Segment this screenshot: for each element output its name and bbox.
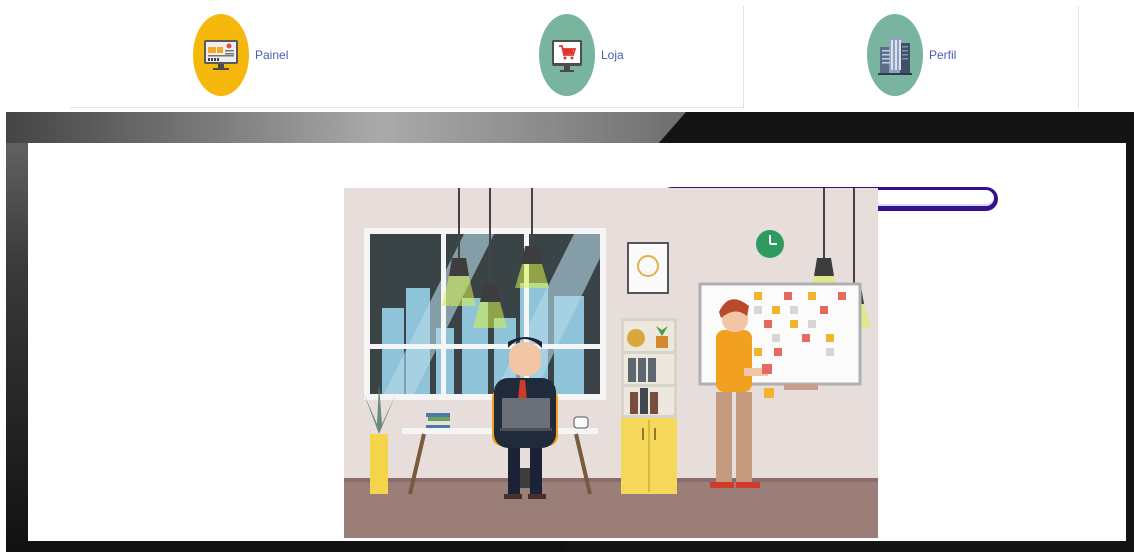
nav-item-loja[interactable]: Loja: [539, 13, 624, 97]
office-building-icon: [867, 14, 923, 96]
nav-label-perfil: Perfil: [929, 48, 957, 62]
nav-divider: [1078, 6, 1079, 108]
nav-label-painel: Painel: [255, 48, 289, 62]
page: Painel Loja Perfil: [0, 0, 1134, 552]
nav-divider: [743, 6, 744, 108]
hero-banner: [6, 112, 1134, 552]
nav-divider: [70, 107, 744, 108]
top-navigation: Painel Loja Perfil: [0, 0, 1134, 110]
nav-label-loja: Loja: [601, 48, 624, 62]
bookshelf: [621, 318, 677, 494]
banner-panel: [28, 143, 1126, 541]
dashboard-monitor-icon: [193, 14, 249, 96]
banner-stripe: [6, 112, 686, 143]
nav-item-painel[interactable]: Painel: [193, 13, 288, 97]
office-workspace-illustration: [344, 188, 878, 538]
nav-item-perfil[interactable]: Perfil: [867, 13, 956, 97]
shopping-cart-monitor-icon: [539, 14, 595, 96]
